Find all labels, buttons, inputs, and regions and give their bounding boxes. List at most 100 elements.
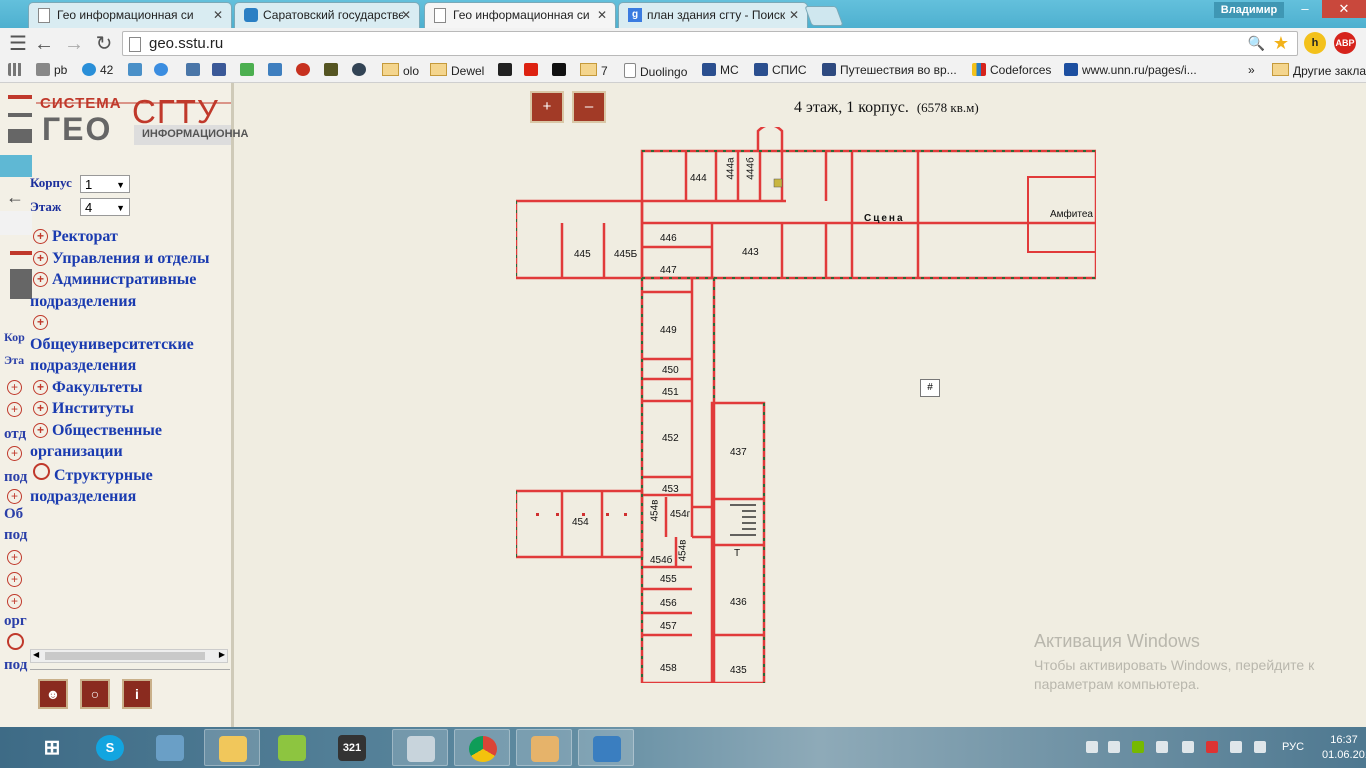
close-icon[interactable]: ✕: [213, 8, 223, 22]
tab-geo-1[interactable]: Гео информационная си ✕: [28, 2, 232, 28]
window-close-button[interactable]: ✕: [1322, 0, 1366, 18]
bookmark-mc[interactable]: МС: [702, 63, 739, 77]
tab-sstu[interactable]: Саратовский государстве ✕: [234, 2, 420, 28]
bookmark-duolingo[interactable]: Duolingo: [624, 63, 687, 79]
circle-icon[interactable]: [33, 462, 50, 480]
bookmark-red[interactable]: [296, 63, 314, 77]
bookmark-dots[interactable]: [154, 63, 172, 77]
address-bar[interactable]: geo.sstu.ru 🔍 ★: [122, 31, 1298, 56]
expand-plus-icon[interactable]: +: [33, 250, 48, 266]
bookmark-pb[interactable]: pb: [36, 63, 67, 77]
adblock-icon[interactable]: ABP: [1334, 32, 1356, 54]
scroll-right-icon[interactable]: ▶: [219, 650, 225, 659]
room-label[interactable]: 454в: [650, 500, 661, 522]
room-label[interactable]: 454в: [678, 540, 689, 562]
taskbar-paint[interactable]: [516, 729, 572, 766]
expand-plus-icon[interactable]: +: [33, 401, 48, 416]
expand-plus-icon[interactable]: +: [33, 379, 48, 395]
info-icon[interactable]: i: [122, 679, 152, 709]
bookmark-codeforces[interactable]: Codeforces: [972, 63, 1051, 77]
menu-item-structural[interactable]: Структурные подразделения: [30, 462, 230, 508]
other-bookmarks[interactable]: Другие закла: [1272, 63, 1366, 78]
profile-name[interactable]: Владимир: [1214, 2, 1284, 18]
close-icon[interactable]: ✕: [597, 8, 607, 22]
taskbar-task-manager[interactable]: [392, 729, 448, 766]
menu-icon[interactable]: ☰: [6, 32, 30, 56]
menu-item-university-wide[interactable]: + Общеуниверситетские подразделения: [30, 312, 230, 377]
scroll-left-icon[interactable]: ◀: [33, 650, 39, 659]
horizontal-scrollbar[interactable]: ◀ ▶: [30, 649, 228, 663]
room-label[interactable]: 455: [660, 574, 677, 585]
room-label[interactable]: 458: [660, 663, 677, 674]
room-label[interactable]: 437: [730, 447, 747, 458]
taskbar-notepad[interactable]: [264, 729, 320, 766]
bookmark-folder-7[interactable]: 7: [580, 63, 608, 78]
menu-item-rectorate[interactable]: + Ректорат: [30, 226, 230, 248]
map-view[interactable]: + – 4 этаж, 1 корпус. (6578 кв.м) 444 44…: [234, 83, 1366, 727]
room-label[interactable]: 456: [660, 598, 677, 609]
language-indicator[interactable]: РУС: [1282, 741, 1304, 753]
floor-plan[interactable]: 444 444а 444б Сцена Амфитеа 445 445Б 446…: [516, 127, 1096, 683]
network-icon[interactable]: [1230, 741, 1242, 753]
bookmark-youtube[interactable]: [524, 63, 542, 77]
close-icon[interactable]: ✕: [789, 8, 799, 22]
room-label[interactable]: 444б: [746, 157, 757, 179]
room-label[interactable]: 436: [730, 597, 747, 608]
bookmark-vk[interactable]: [186, 63, 204, 77]
expand-plus-icon[interactable]: +: [33, 229, 48, 244]
room-label[interactable]: Т: [734, 548, 740, 559]
nvidia-icon[interactable]: [1132, 741, 1144, 753]
menu-item-departments[interactable]: + Управления и отделы: [30, 248, 230, 270]
bookmark-facebook[interactable]: [212, 63, 230, 77]
room-label[interactable]: 446: [660, 233, 677, 244]
room-label[interactable]: 451: [662, 387, 679, 398]
menu-item-faculties[interactable]: + Факультеты: [30, 377, 230, 399]
room-label[interactable]: 444: [690, 173, 707, 184]
extension-h-icon[interactable]: h: [1304, 32, 1326, 54]
bookmark-dark[interactable]: [352, 63, 370, 77]
room-label[interactable]: 450: [662, 365, 679, 376]
bookmark-42[interactable]: 42: [82, 63, 113, 77]
bookmark-person[interactable]: [498, 63, 516, 77]
room-label[interactable]: 457: [660, 621, 677, 632]
expand-plus-icon[interactable]: +: [33, 272, 48, 287]
volume-icon[interactable]: [1254, 741, 1266, 753]
taskbar-control-panel[interactable]: [142, 729, 198, 766]
bookmark-star-icon[interactable]: ★: [1273, 33, 1289, 54]
taskbar-explorer[interactable]: [204, 729, 260, 766]
bookmark-apps[interactable]: [8, 63, 26, 77]
bookmark-film[interactable]: [324, 63, 342, 77]
bookmark-h[interactable]: [128, 63, 146, 77]
expand-plus-icon[interactable]: +: [33, 422, 48, 438]
expand-plus-icon[interactable]: +: [33, 315, 48, 330]
taskbar-chrome[interactable]: [454, 729, 510, 766]
zoom-in-button[interactable]: +: [530, 91, 564, 123]
bookmark-photo[interactable]: [268, 63, 286, 77]
room-label[interactable]: Сцена: [864, 213, 905, 224]
room-label[interactable]: 444а: [726, 157, 737, 179]
tray-icon[interactable]: [1156, 741, 1168, 753]
forward-icon[interactable]: →: [62, 32, 86, 56]
room-label[interactable]: 447: [660, 265, 677, 276]
room-label[interactable]: 454г: [670, 509, 690, 520]
back-icon[interactable]: ←: [32, 32, 56, 56]
bookmark-map[interactable]: [240, 63, 258, 77]
taskbar-media-player[interactable]: 321: [324, 729, 380, 766]
site-logo[interactable]: СИСТЕМА ГЕО СГТУ ИНФОРМАЦИОННА: [36, 93, 248, 147]
bookmark-folder-dewel[interactable]: Dewel: [430, 63, 484, 78]
etazh-select[interactable]: 4 ▼: [80, 198, 130, 216]
korpus-select[interactable]: 1 ▼: [80, 175, 130, 193]
room-label[interactable]: 454: [572, 517, 589, 528]
reload-icon[interactable]: ↻: [92, 32, 116, 56]
room-label[interactable]: 443: [742, 247, 759, 258]
close-icon[interactable]: ✕: [401, 8, 411, 22]
bookmarks-more[interactable]: »: [1248, 63, 1255, 77]
bookmark-terminal[interactable]: [552, 63, 570, 77]
bookmark-spis[interactable]: СПИС: [754, 63, 807, 77]
room-label[interactable]: 435: [730, 665, 747, 676]
tray-icon[interactable]: [1108, 741, 1120, 753]
new-tab-button[interactable]: [804, 6, 844, 26]
notification-icon[interactable]: [1206, 741, 1218, 753]
tab-google-search[interactable]: g план здания сгту - Поиск ✕: [618, 2, 808, 28]
tray-icon[interactable]: [1086, 741, 1098, 753]
